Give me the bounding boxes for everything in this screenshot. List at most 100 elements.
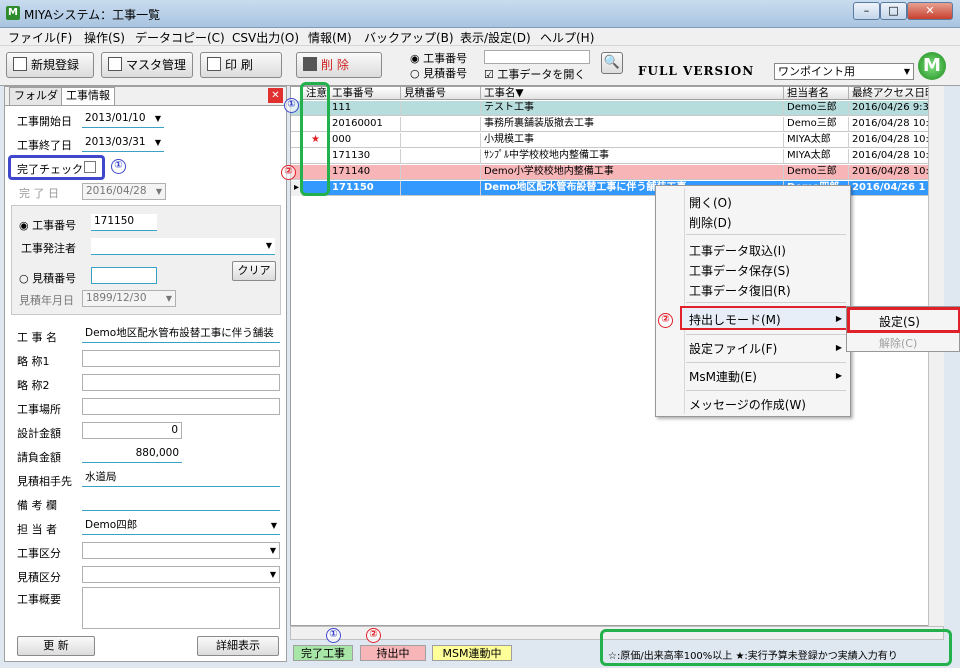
- context-menu: 開く(O) 削除(D) 工事データ取込(I) 工事データ保存(S) 工事データ復…: [655, 185, 851, 417]
- kubun-label: 工事区分: [17, 547, 61, 560]
- radio-mitsumori-no[interactable]: ○ 見積番号: [19, 270, 76, 286]
- mkubun-select[interactable]: ▼: [82, 566, 280, 583]
- complete-date-field[interactable]: 2016/04/28 ▼: [82, 183, 166, 200]
- col-header-mitsumori-no[interactable]: 見積番号: [401, 87, 481, 100]
- app-logo: M: [918, 52, 946, 80]
- start-date-field[interactable]: 2013/01/10 ▼: [82, 111, 164, 128]
- menu-file[interactable]: ファイル(F): [8, 29, 72, 46]
- cell-staff: MIYA太郎: [784, 149, 849, 164]
- staff-label: 担 当 者: [17, 523, 57, 536]
- onepoint-select-value: ワンポイント用: [778, 65, 855, 78]
- summary-label: 工事概要: [17, 593, 61, 606]
- submenu-set[interactable]: 設定(S): [879, 313, 920, 330]
- minimize-button[interactable]: –: [853, 2, 880, 20]
- vertical-scrollbar[interactable]: [928, 86, 944, 626]
- menu-data-copy[interactable]: データコピー(C): [135, 29, 225, 46]
- table-row[interactable]: 171130 ｻﾝﾌﾟﾙ中学校校地内整備工事 MIYA太郎 2016/04/28…: [291, 149, 943, 164]
- mitsumori-date-label: 見積年月日: [19, 294, 74, 307]
- mitsumori-no-field[interactable]: [91, 267, 157, 284]
- kouji-no-field[interactable]: 171150: [91, 214, 157, 231]
- submenu-arrow-icon: ▶: [835, 343, 842, 352]
- cell-kouji-no: 111: [329, 101, 401, 116]
- ctx-message[interactable]: メッセージの作成(W): [689, 396, 806, 413]
- table-row[interactable]: ★ 000 小規模工事 MIYA太郎 2016/04/28 10:1: [291, 133, 943, 148]
- menu-view-settings[interactable]: 表示/設定(D): [460, 29, 531, 46]
- cell-staff: Demo三郎: [784, 165, 849, 180]
- mitsumori-date-field[interactable]: 1899/12/30 ▼: [82, 290, 176, 307]
- cell-kouji-name: 小規模工事: [481, 133, 784, 148]
- update-button[interactable]: 更 新: [17, 636, 95, 656]
- open-data-checkbox[interactable]: ☑ 工事データを開く: [484, 66, 585, 82]
- summary-textarea[interactable]: [82, 587, 280, 629]
- menu-backup[interactable]: バックアップ(B): [364, 29, 454, 46]
- end-date-field[interactable]: 2013/03/31 ▼: [82, 135, 164, 152]
- legend-highlight: [600, 629, 952, 666]
- mitsumori-date-value: 1899/12/30: [86, 292, 147, 304]
- col-header-kouji-no[interactable]: 工事番号: [329, 87, 401, 100]
- close-button[interactable]: ✕: [907, 2, 953, 20]
- partner-field[interactable]: 水道局: [82, 470, 280, 487]
- orderer-select[interactable]: ▼: [91, 238, 275, 255]
- note-label: 備 考 欄: [17, 499, 57, 512]
- ctx-restore[interactable]: 工事データ復旧(R): [689, 282, 791, 299]
- maximize-button[interactable]: □: [880, 2, 907, 20]
- search-button[interactable]: 🔍: [601, 52, 623, 74]
- cell-kouji-no: 000: [329, 133, 401, 148]
- chevron-down-icon: ▼: [903, 67, 910, 76]
- radio-mitsumori[interactable]: ○ 見積番号: [410, 65, 467, 81]
- ctx-settings-file[interactable]: 設定ファイル(F): [689, 340, 777, 357]
- detail-button[interactable]: 詳細表示: [197, 636, 279, 656]
- onepoint-select[interactable]: ワンポイント用 ▼: [774, 63, 914, 80]
- ctx-open[interactable]: 開く(O): [689, 194, 732, 211]
- tab-kouji-info[interactable]: 工事情報: [61, 87, 115, 106]
- col-header-staff[interactable]: 担当者名: [784, 87, 849, 100]
- radio-kouji[interactable]: ◉ 工事番号: [410, 50, 467, 66]
- panel-close-icon[interactable]: ✕: [268, 88, 283, 103]
- ctx-separator: [686, 362, 846, 363]
- status-takeout: 持出中: [360, 645, 426, 661]
- clear-button[interactable]: クリア: [232, 261, 276, 281]
- search-input[interactable]: [484, 50, 590, 64]
- ctx-delete[interactable]: 削除(D): [689, 214, 732, 231]
- staff-value: Demo四郎: [85, 519, 138, 531]
- radio-kouji-no[interactable]: ◉ 工事番号: [19, 217, 76, 233]
- name-field[interactable]: Demo地区配水管布設替工事に伴う舗装: [82, 326, 280, 343]
- menu-operation[interactable]: 操作(S): [84, 29, 125, 46]
- ctx-msm[interactable]: MsM連動(E): [689, 368, 757, 385]
- cell-kouji-name: テスト工事: [481, 101, 784, 116]
- staff-select[interactable]: Demo四郎 ▼: [82, 518, 280, 535]
- kubun-select[interactable]: ▼: [82, 542, 280, 559]
- tab-folder[interactable]: フォルダ: [9, 87, 63, 105]
- menu-bar: ファイル(F) 操作(S) データコピー(C) CSV出力(O) 情報(M) バ…: [0, 28, 960, 46]
- cell-staff: Demo三郎: [784, 117, 849, 132]
- menu-info[interactable]: 情報(M): [308, 29, 352, 46]
- abbr2-field[interactable]: [82, 374, 280, 391]
- submenu-release[interactable]: 解除(C): [879, 335, 917, 351]
- print-button[interactable]: 印 刷: [200, 52, 282, 78]
- start-label: 工事開始日: [17, 115, 72, 128]
- delete-button[interactable]: 削 除: [296, 52, 382, 78]
- master-button[interactable]: マスタ管理: [101, 52, 193, 78]
- cell-last-access: 2016/04/28 10:1: [849, 133, 929, 148]
- search-icon: 🔍: [603, 55, 621, 70]
- col-header-last-access[interactable]: 最終アクセス日時: [849, 87, 929, 100]
- ctx-save[interactable]: 工事データ保存(S): [689, 262, 790, 279]
- note-field[interactable]: [82, 494, 280, 511]
- partner-label: 見積相手先: [17, 475, 72, 488]
- menu-csv[interactable]: CSV出力(O): [232, 29, 299, 46]
- table-row[interactable]: 111 テスト工事 Demo三郎 2016/04/26 9:39: [291, 101, 943, 116]
- abbr1-field[interactable]: [82, 350, 280, 367]
- new-button[interactable]: 新規登録: [6, 52, 94, 78]
- cell-mitsumori-no: [401, 165, 481, 180]
- contract-field[interactable]: 880,000: [82, 446, 182, 463]
- complete-date-label: 完 了 日: [19, 187, 59, 200]
- col-header-kouji-name[interactable]: 工事名▼: [481, 87, 784, 100]
- ctx-import[interactable]: 工事データ取込(I): [689, 242, 786, 259]
- table-row[interactable]: 20160001 事務所裏舗装版撤去工事 Demo三郎 2016/04/28 1…: [291, 117, 943, 132]
- ctx-takeout-mode[interactable]: 持出しモード(M): [689, 311, 781, 328]
- site-field[interactable]: [82, 398, 280, 415]
- menu-help[interactable]: ヘルプ(H): [540, 29, 594, 46]
- table-row[interactable]: 171140 Demo小学校校地内整備工事 Demo三郎 2016/04/28 …: [291, 165, 943, 180]
- design-field[interactable]: 0: [82, 422, 182, 439]
- abbr1-label: 略 称1: [17, 355, 50, 368]
